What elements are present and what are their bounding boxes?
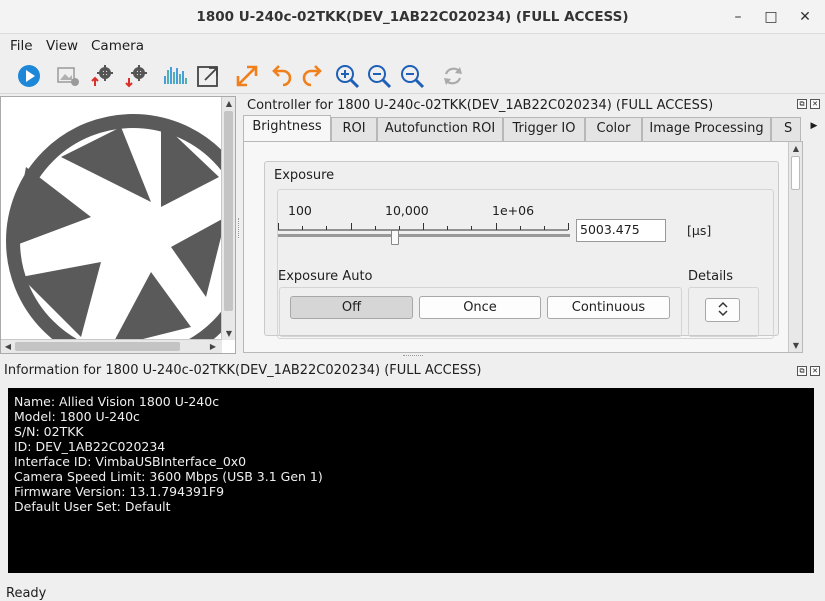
image-settings-icon[interactable] xyxy=(55,62,83,90)
scroll-left-arrow-icon[interactable]: ◀ xyxy=(1,342,15,351)
slider-tick-label: 1e+06 xyxy=(492,203,535,218)
controller-title: Controller for 1800 U-240c-02TKK(DEV_1AB… xyxy=(247,98,714,113)
minimize-button[interactable]: – xyxy=(726,6,750,28)
exposure-auto-continuous-button[interactable]: Continuous xyxy=(547,296,670,319)
rotate-right-icon[interactable] xyxy=(299,62,327,90)
viewer-hscroll-thumb[interactable] xyxy=(15,342,180,351)
exposure-value-input[interactable]: 5003.475 xyxy=(576,219,666,242)
tab-scroll-right-icon[interactable]: ▶ xyxy=(809,122,819,132)
tab-overflow[interactable]: S xyxy=(771,117,801,141)
image-viewer[interactable]: ▲ ▼ ◀ ▶ xyxy=(0,96,236,354)
viewer-vertical-scrollbar[interactable]: ▲ ▼ xyxy=(221,97,235,340)
details-label: Details xyxy=(688,269,734,284)
play-icon[interactable] xyxy=(15,62,43,90)
status-text: Ready xyxy=(6,586,47,601)
exposure-slider[interactable] xyxy=(278,220,574,245)
brightness-panel: Exposure 100 10,000 1e+06 5003.475 [µs] xyxy=(243,141,803,353)
panel-scroll-up-arrow-icon[interactable]: ▲ xyxy=(789,144,803,153)
tab-roi[interactable]: ROI xyxy=(331,117,377,141)
info-line: Camera Speed Limit: 3600 Mbps (USB 3.1 G… xyxy=(14,469,323,484)
panel-vscroll-thumb[interactable] xyxy=(791,156,800,190)
panel-vertical-scrollbar[interactable]: ▲ ▼ xyxy=(788,142,802,352)
info-line: S/N: 02TKK xyxy=(14,424,84,439)
zoom-out-icon[interactable] xyxy=(398,62,426,90)
menu-file[interactable]: File xyxy=(10,38,33,54)
info-line: Interface ID: VimbaUSBInterface_0x0 xyxy=(14,454,247,469)
horizontal-splitter-handle[interactable] xyxy=(403,355,423,358)
menu-camera[interactable]: Camera xyxy=(91,38,144,54)
exposure-auto-off-button[interactable]: Off xyxy=(290,296,413,319)
tab-autofunction-roi[interactable]: Autofunction ROI xyxy=(377,117,503,141)
details-toggle-button[interactable] xyxy=(705,298,740,322)
panel-scroll-down-arrow-icon[interactable]: ▼ xyxy=(789,341,803,350)
tab-color[interactable]: Color xyxy=(585,117,642,141)
information-console: Name: Allied Vision 1800 U-240c Model: 1… xyxy=(8,388,814,573)
histogram-icon[interactable] xyxy=(161,62,189,90)
info-line: ID: DEV_1AB22C020234 xyxy=(14,439,166,454)
import-settings-icon[interactable] xyxy=(123,62,151,90)
exposure-unit-label: [µs] xyxy=(687,223,712,238)
fit-to-window-icon[interactable] xyxy=(233,62,261,90)
scroll-right-arrow-icon[interactable]: ▶ xyxy=(206,342,220,351)
exposure-auto-label: Exposure Auto xyxy=(278,269,373,284)
dock-close-icon[interactable]: ✕ xyxy=(810,99,820,109)
zoom-in-icon[interactable] xyxy=(333,62,361,90)
exposure-label: Exposure xyxy=(274,168,335,183)
tab-image-processing[interactable]: Image Processing xyxy=(642,117,771,141)
info-line: Name: Allied Vision 1800 U-240c xyxy=(14,394,220,409)
title-bar: 1800 U-240c-02TKK(DEV_1AB22C020234) (FUL… xyxy=(0,0,825,34)
viewer-vscroll-thumb[interactable] xyxy=(224,111,233,311)
tab-brightness[interactable]: Brightness xyxy=(243,115,331,142)
menu-view[interactable]: View xyxy=(46,38,78,54)
toolbar xyxy=(0,58,825,94)
exposure-inner: 100 10,000 1e+06 5003.475 [µs] Exposure … xyxy=(277,189,774,339)
slider-tick-label: 100 xyxy=(288,203,312,218)
scroll-down-arrow-icon[interactable]: ▼ xyxy=(222,329,236,338)
menu-bar: File View Camera xyxy=(0,35,825,57)
maximize-button[interactable]: □ xyxy=(759,6,783,28)
aperture-icon xyxy=(6,114,222,340)
dock-float-icon[interactable]: ⧉ xyxy=(797,99,807,109)
window-title: 1800 U-240c-02TKK(DEV_1AB22C020234) (FUL… xyxy=(196,9,629,25)
info-dock-close-icon[interactable]: ✕ xyxy=(810,366,820,376)
vertical-splitter-handle[interactable] xyxy=(238,218,241,238)
details-group xyxy=(688,287,759,337)
exposure-slider-handle[interactable] xyxy=(391,230,399,245)
information-title: Information for 1800 U-240c-02TKK(DEV_1A… xyxy=(4,363,482,378)
controller-tabs: Brightness ROI Autofunction ROI Trigger … xyxy=(243,115,803,142)
info-dock-float-icon[interactable]: ⧉ xyxy=(797,366,807,376)
chevron-up-down-icon xyxy=(717,301,729,321)
export-settings-icon[interactable] xyxy=(89,62,117,90)
exposure-auto-once-button[interactable]: Once xyxy=(419,296,541,319)
viewer-horizontal-scrollbar[interactable]: ◀ ▶ xyxy=(1,339,222,353)
info-line: Firmware Version: 13.1.794391F9 xyxy=(14,484,225,499)
slider-track-ticks xyxy=(278,223,570,237)
info-line: Model: 1800 U-240c xyxy=(14,409,140,424)
rotate-left-icon[interactable] xyxy=(267,62,295,90)
controller-dock: Controller for 1800 U-240c-02TKK(DEV_1AB… xyxy=(243,96,825,354)
scroll-up-arrow-icon[interactable]: ▲ xyxy=(222,99,236,108)
slider-tick-label: 10,000 xyxy=(385,203,429,218)
open-window-icon[interactable] xyxy=(194,62,222,90)
close-button[interactable]: ✕ xyxy=(793,6,817,28)
zoom-reset-icon[interactable] xyxy=(365,62,393,90)
exposure-auto-group: Off Once Continuous xyxy=(279,287,682,337)
refresh-icon[interactable] xyxy=(439,62,467,90)
exposure-group: Exposure 100 10,000 1e+06 5003.475 [µs] xyxy=(264,161,779,339)
tab-trigger-io[interactable]: Trigger IO xyxy=(503,117,585,141)
info-line: Default User Set: Default xyxy=(14,499,171,514)
